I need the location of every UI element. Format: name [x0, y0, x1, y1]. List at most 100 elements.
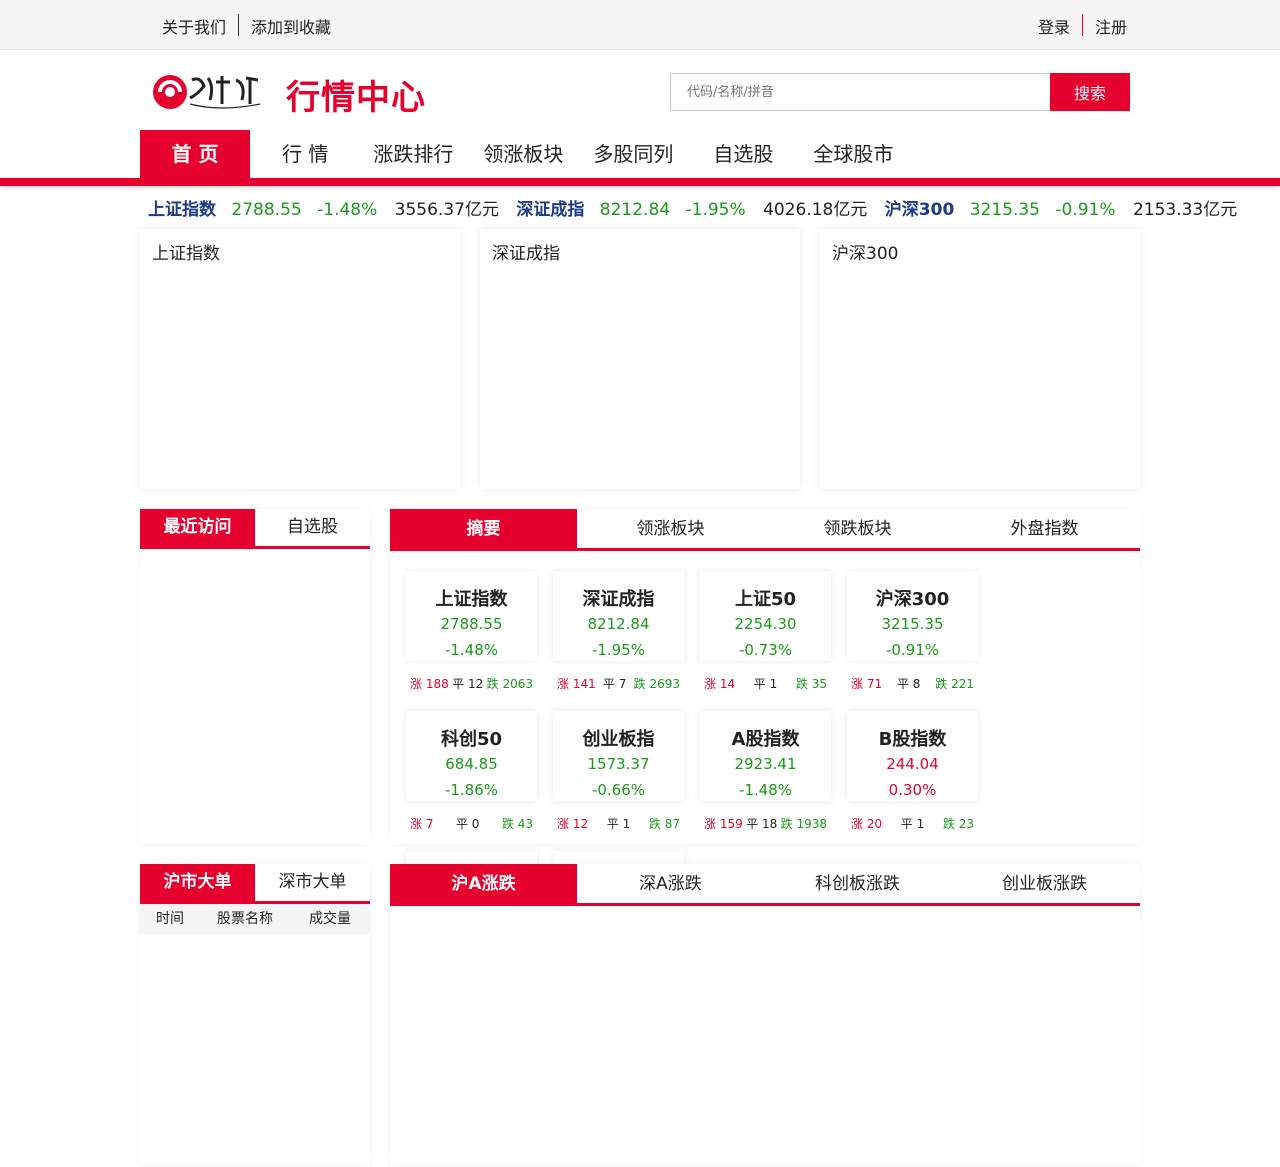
index-breadth: 涨 14 平 1 跌 35: [700, 675, 831, 692]
nav-quotes[interactable]: 行 情: [267, 130, 358, 178]
tab-lagging-sectors[interactable]: 领跌板块: [764, 509, 951, 548]
top-bar: 关于我们 添加到收藏 登录 注册: [0, 0, 1280, 50]
up-count: 涨 159: [704, 817, 743, 831]
chart-card-hs300[interactable]: 沪深300: [820, 229, 1140, 489]
down-count: 跌 221: [935, 677, 974, 691]
nav-ranking[interactable]: 涨跌排行: [358, 130, 468, 178]
index-change: -0.91%: [885, 641, 940, 659]
search-input[interactable]: [670, 73, 1050, 111]
index-card-box: A股指数 2923.41 -1.48%: [700, 711, 831, 801]
chart-card-title: 深证成指: [492, 244, 560, 264]
index-change: -0.73%: [738, 641, 793, 659]
tab-sh-big-orders[interactable]: 沪市大单: [140, 864, 255, 901]
col-stock-name: 股票名称: [217, 911, 273, 927]
tab-watchlist[interactable]: 自选股: [255, 509, 370, 546]
up-count: 涨 20: [851, 817, 883, 831]
nav-multi-stock[interactable]: 多股同列: [578, 130, 713, 178]
tab-sz-big-orders[interactable]: 深市大单: [255, 864, 370, 901]
index-card-box: 深证成指 8212.84 -1.95%: [553, 571, 684, 661]
index-change: -1.86%: [444, 781, 499, 799]
ticker-name[interactable]: 沪深300: [885, 200, 955, 220]
index-card[interactable]: A股指数 2923.41 -1.48% 涨 159 平 18 跌 1938: [700, 711, 847, 851]
index-card[interactable]: 科创50 684.85 -1.86% 涨 7 平 0 跌 43: [406, 711, 553, 851]
ticker-amount: 4026.18亿元: [763, 200, 868, 220]
index-card-box: 上证50 2254.30 -0.73%: [700, 571, 831, 661]
ticker-name[interactable]: 上证指数: [148, 200, 216, 220]
index-value: 2254.30: [734, 615, 797, 633]
index-change: -0.66%: [591, 781, 646, 799]
index-card[interactable]: 沪深300 3215.35 -0.91% 涨 71 平 8 跌 221: [847, 571, 994, 711]
index-change: -1.95%: [591, 641, 646, 659]
index-value: 684.85: [445, 755, 498, 773]
updown-panel: 沪A涨跌 深A涨跌 科创板涨跌 创业板涨跌: [390, 864, 1140, 1164]
index-breadth: 涨 20 平 1 跌 23: [847, 815, 978, 832]
compass-logo-icon[interactable]: [150, 70, 268, 114]
index-card-box: 上证指数 2788.55 -1.48%: [406, 571, 537, 661]
add-bookmark-link[interactable]: 添加到收藏: [251, 14, 331, 38]
index-breadth: 涨 7 平 0 跌 43: [406, 815, 537, 832]
index-card-box: 创业板指 1573.37 -0.66%: [553, 711, 684, 801]
index-name: 上证50: [734, 589, 797, 610]
index-card-box: B股指数 244.04 0.30%: [847, 711, 978, 801]
index-card[interactable]: B股指数 244.04 0.30% 涨 20 平 1 跌 23: [847, 711, 994, 851]
index-name: 沪深300: [875, 589, 950, 610]
summary-row: 最近访问 自选股 摘要 领涨板块 领跌板块 外盘指数 上证指数 2788.55 -1…: [140, 509, 1140, 971]
flat-count: 平 7: [602, 677, 627, 691]
index-change: -1.48%: [738, 781, 793, 799]
ticker-amount: 2153.33亿元: [1132, 200, 1238, 220]
index-value: 3215.35: [881, 615, 944, 633]
flat-count: 平 8: [896, 677, 921, 691]
chart-card-title: 上证指数: [152, 244, 220, 264]
index-chart-cards: 上证指数 深证成指 沪深300: [140, 229, 1140, 489]
tab-sh-a-updown[interactable]: 沪A涨跌: [390, 864, 577, 903]
about-us-link[interactable]: 关于我们: [162, 14, 226, 38]
index-card[interactable]: 创业板指 1573.37 -0.66% 涨 12 平 1 跌 87: [553, 711, 700, 851]
chart-card-sh[interactable]: 上证指数: [140, 229, 460, 489]
flat-count: 平 1: [900, 817, 925, 831]
flat-count: 平 18: [746, 817, 778, 831]
tab-star-updown[interactable]: 科创板涨跌: [764, 864, 951, 903]
nav-home[interactable]: 首 页: [140, 130, 250, 178]
up-count: 涨 14: [704, 677, 736, 691]
tab-recent[interactable]: 最近访问: [140, 509, 255, 546]
index-value: 2788.55: [440, 615, 503, 633]
bigorder-row: 沪市大单 深市大单 时间 股票名称 成交量 沪A涨跌 深A涨跌 科创板涨跌 创业…: [140, 864, 1140, 1164]
index-value: 2923.41: [734, 755, 797, 773]
tab-leading-sectors[interactable]: 领涨板块: [577, 509, 764, 548]
index-name: 上证指数: [435, 589, 508, 610]
chart-card-sz[interactable]: 深证成指: [480, 229, 800, 489]
index-card[interactable]: 上证50 2254.30 -0.73% 涨 14 平 1 跌 35: [700, 571, 847, 711]
index-card[interactable]: 深证成指 8212.84 -1.95% 涨 141 平 7 跌 2693: [553, 571, 700, 711]
index-card[interactable]: 上证指数 2788.55 -1.48% 涨 188 平 12 跌 2063: [406, 571, 553, 711]
login-link[interactable]: 登录: [1038, 14, 1070, 38]
nav-watchlist[interactable]: 自选股: [713, 130, 813, 178]
index-value: 8212.84: [587, 615, 650, 633]
up-count: 涨 71: [851, 677, 883, 691]
up-count: 涨 7: [410, 817, 434, 831]
index-change: 0.30%: [888, 781, 937, 799]
up-count: 涨 188: [410, 677, 449, 691]
tab-sz-a-updown[interactable]: 深A涨跌: [577, 864, 764, 903]
tab-gem-updown[interactable]: 创业板涨跌: [951, 864, 1138, 903]
flat-count: 平 0: [455, 817, 480, 831]
ticker-change: -1.95%: [685, 200, 746, 220]
index-breadth: 涨 71 平 8 跌 221: [847, 675, 978, 692]
tab-foreign-indices[interactable]: 外盘指数: [951, 509, 1138, 548]
ticker-name[interactable]: 深证成指: [516, 200, 584, 220]
nav-global-markets[interactable]: 全球股市: [813, 130, 893, 178]
chart-card-title: 沪深300: [832, 244, 899, 264]
nav-leading-sectors[interactable]: 领涨板块: [468, 130, 578, 178]
register-link[interactable]: 注册: [1095, 14, 1127, 38]
divider: [238, 14, 240, 36]
tab-summary[interactable]: 摘要: [390, 509, 577, 548]
index-value: 244.04: [886, 755, 939, 773]
flat-count: 平 12: [452, 677, 484, 691]
flat-count: 平 1: [753, 677, 778, 691]
nav-underline: [0, 178, 1280, 186]
col-time: 时间: [156, 911, 184, 927]
down-count: 跌 2063: [486, 677, 533, 691]
index-change: -1.48%: [444, 641, 499, 659]
index-name: 创业板指: [582, 729, 655, 750]
index-breadth: 涨 159 平 18 跌 1938: [700, 815, 831, 832]
search-button[interactable]: 搜索: [1050, 73, 1130, 111]
